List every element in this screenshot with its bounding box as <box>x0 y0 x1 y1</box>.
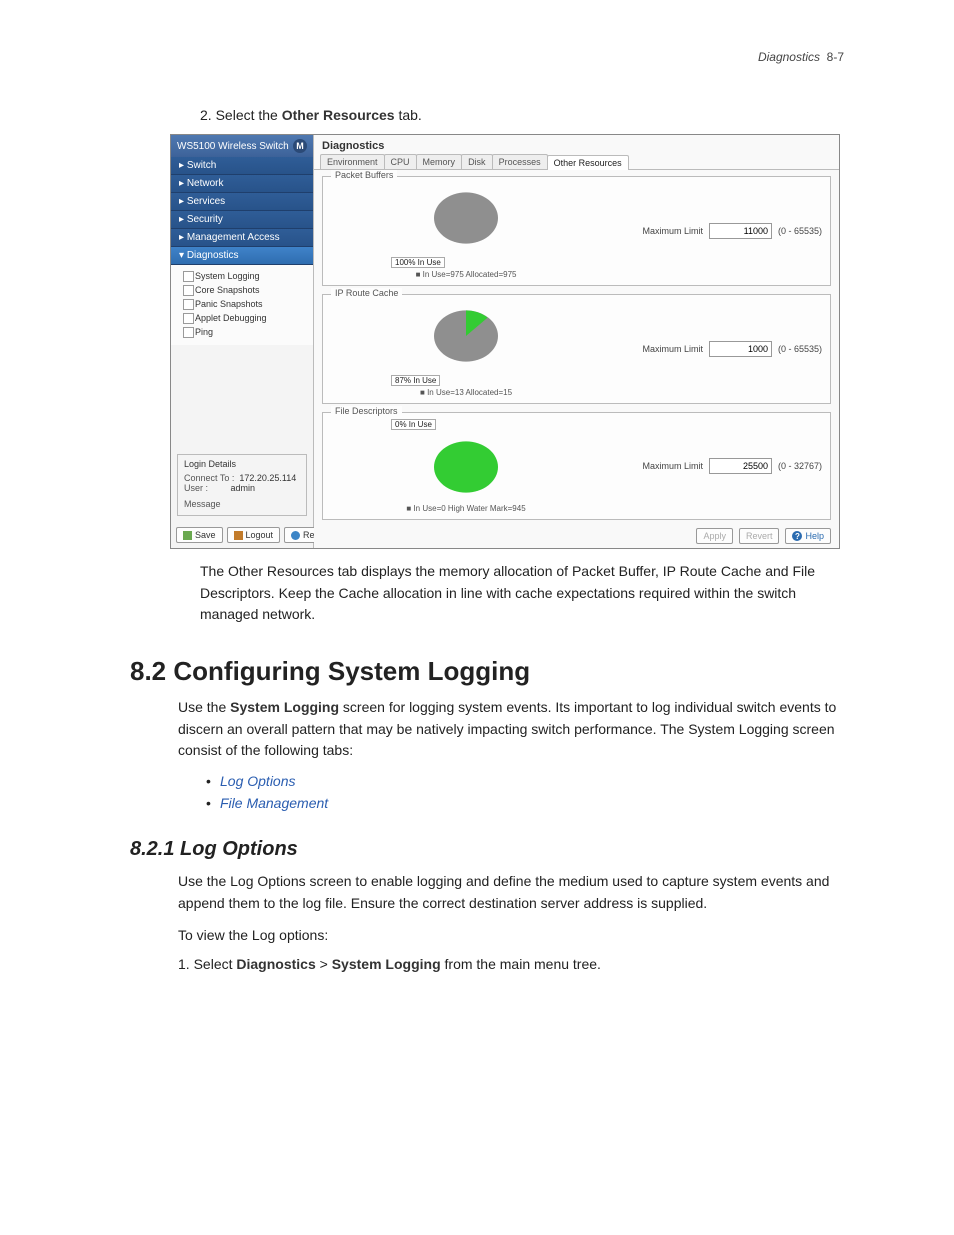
group-title: File Descriptors <box>331 406 402 416</box>
paragraph-view-log-options: To view the Log options: <box>178 925 844 947</box>
subtree-system-logging[interactable]: System Logging <box>183 269 309 283</box>
maxlimit-range: (0 - 65535) <box>778 344 822 354</box>
tab-environment[interactable]: Environment <box>320 154 385 169</box>
link-list: Log Options File Management <box>220 770 844 814</box>
pie-chart-ip-route-cache <box>426 301 506 371</box>
nav-management-access[interactable]: ▸ Management Access <box>171 229 313 247</box>
save-icon <box>183 531 192 540</box>
usage-badge: 87% In Use <box>391 375 440 386</box>
maxlimit-label: Maximum Limit <box>642 226 703 236</box>
revert-button[interactable]: Revert <box>739 528 780 544</box>
tab-processes[interactable]: Processes <box>492 154 548 169</box>
tabs: Environment CPU Memory Disk Processes Ot… <box>314 154 839 170</box>
help-button[interactable]: ?Help <box>785 528 831 544</box>
paragraph-log-options: Use the Log Options screen to enable log… <box>178 871 844 914</box>
pie-chart-file-descriptors <box>426 432 506 502</box>
paragraph-other-resources: The Other Resources tab displays the mem… <box>200 561 844 626</box>
brand-bar: WS5100 Wireless Switch M <box>171 135 313 157</box>
group-ip-route-cache: IP Route Cache 87% In Use ■ In Use=13 Al… <box>322 294 831 404</box>
subtree-ping[interactable]: Ping <box>183 325 309 339</box>
nav-services[interactable]: ▸ Services <box>171 193 313 211</box>
page-header-ref: 8-7 <box>827 50 844 64</box>
tab-cpu[interactable]: CPU <box>384 154 417 169</box>
paragraph-system-logging: Use the System Logging screen for loggin… <box>178 697 844 762</box>
link-file-management[interactable]: File Management <box>220 792 844 814</box>
menu-system-logging: System Logging <box>332 956 441 972</box>
page-header: Diagnostics 8-7 <box>758 50 844 64</box>
link-log-options[interactable]: Log Options <box>220 770 844 792</box>
nav-diagnostics[interactable]: ▾ Diagnostics <box>171 247 313 265</box>
usage-badge: 0% In Use <box>391 419 436 430</box>
heading-8-2: 8.2 Configuring System Logging <box>130 656 844 687</box>
tab-memory[interactable]: Memory <box>416 154 463 169</box>
brand-logo-icon: M <box>293 139 307 153</box>
refresh-icon <box>291 531 300 540</box>
page-header-section: Diagnostics <box>758 50 820 64</box>
nav-switch[interactable]: ▸ Switch <box>171 157 313 175</box>
maxlimit-input-packet-buffers[interactable] <box>709 223 772 239</box>
group-title: IP Route Cache <box>331 288 402 298</box>
subtree-panic-snapshots[interactable]: Panic Snapshots <box>183 297 309 311</box>
maxlimit-range: (0 - 65535) <box>778 226 822 236</box>
subtree-applet-debugging[interactable]: Applet Debugging <box>183 311 309 325</box>
group-title: Packet Buffers <box>331 170 397 180</box>
login-message-label: Message <box>184 499 300 509</box>
chart-legend: ■ In Use=0 High Water Mark=945 <box>406 504 525 513</box>
heading-8-2-1: 8.2.1 Log Options <box>130 838 844 861</box>
chart-legend: ■ In Use=975 Allocated=975 <box>416 270 517 279</box>
maxlimit-range: (0 - 32767) <box>778 461 822 471</box>
login-user-value: admin <box>231 483 256 493</box>
group-file-descriptors: File Descriptors 0% In Use ■ In Use=0 Hi… <box>322 412 831 520</box>
screenshot-diagnostics-other-resources: WS5100 Wireless Switch M ▸ Switch ▸ Netw… <box>170 134 840 549</box>
login-connect-value: 172.20.25.114 <box>239 473 296 483</box>
nav-security[interactable]: ▸ Security <box>171 211 313 229</box>
maxlimit-label: Maximum Limit <box>642 461 703 471</box>
help-icon: ? <box>792 531 802 541</box>
tabname-other-resources: Other Resources <box>282 107 395 123</box>
tab-other-resources[interactable]: Other Resources <box>547 155 629 170</box>
menu-diagnostics: Diagnostics <box>236 956 315 972</box>
login-details-box: Login Details Connect To : 172.20.25.114… <box>177 454 307 516</box>
instruction-step-1: 1. Select Diagnostics > System Logging f… <box>178 954 844 975</box>
nav-subtree: System Logging Core Snapshots Panic Snap… <box>171 265 313 345</box>
maxlimit-label: Maximum Limit <box>642 344 703 354</box>
subtree-core-snapshots[interactable]: Core Snapshots <box>183 283 309 297</box>
brand-title: WS5100 Wireless Switch <box>177 141 289 152</box>
instruction-step-2: 2. Select the Other Resources tab. <box>200 105 844 126</box>
tab-disk[interactable]: Disk <box>461 154 493 169</box>
pie-chart-packet-buffers <box>426 183 506 253</box>
content-title: Diagnostics <box>314 135 839 154</box>
maxlimit-input-file-descriptors[interactable] <box>709 458 772 474</box>
logout-icon <box>234 531 243 540</box>
apply-button[interactable]: Apply <box>696 528 733 544</box>
maxlimit-input-ip-route-cache[interactable] <box>709 341 772 357</box>
logout-button[interactable]: Logout <box>227 527 281 543</box>
chart-legend: ■ In Use=13 Allocated=15 <box>420 388 512 397</box>
usage-badge: 100% In Use <box>391 257 445 268</box>
term-system-logging: System Logging <box>230 699 339 715</box>
group-packet-buffers: Packet Buffers 100% In Use ■ In Use=975 … <box>322 176 831 286</box>
login-title: Login Details <box>184 459 300 469</box>
save-button[interactable]: Save <box>176 527 223 543</box>
nav-network[interactable]: ▸ Network <box>171 175 313 193</box>
